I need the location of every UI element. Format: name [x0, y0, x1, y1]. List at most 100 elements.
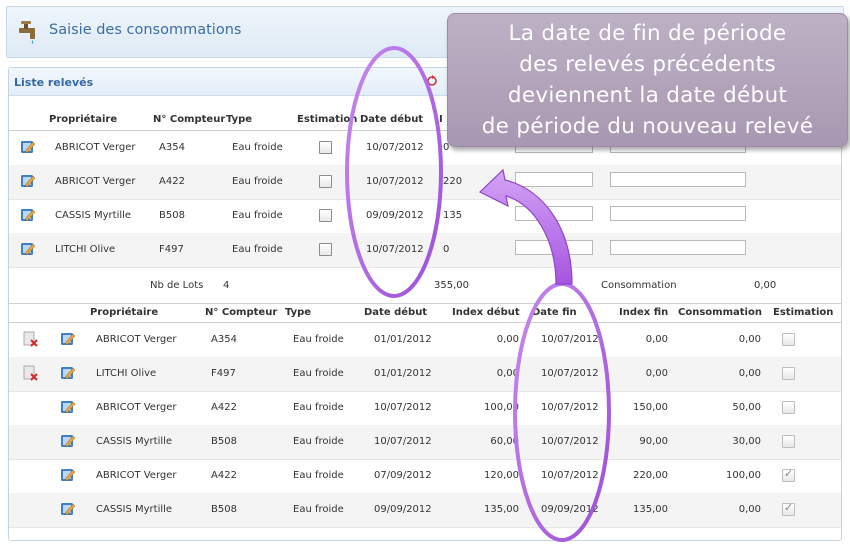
- history-col-index-start: Index début: [452, 307, 520, 318]
- panel-title: Liste relevés: [14, 76, 94, 89]
- history-col-end-date: Date fin: [532, 307, 577, 318]
- index-end-input[interactable]: [515, 206, 593, 221]
- table-row: LITCHI Olive F497 Eau froide 10/07/2012 …: [9, 233, 841, 268]
- cell-start-date: 10/07/2012: [374, 436, 432, 447]
- comment-input[interactable]: [610, 206, 746, 221]
- cell-owner: ABRICOT Verger: [96, 402, 177, 413]
- comment-input[interactable]: [610, 240, 746, 255]
- delete-icon[interactable]: [22, 365, 38, 381]
- cell-end-date: 10/07/2012: [541, 334, 599, 345]
- delete-icon[interactable]: [22, 331, 38, 347]
- lots-label: Nb de Lots: [150, 280, 204, 291]
- cell-owner: CASSIS Myrtille: [55, 210, 132, 221]
- cell-index-start: 0,00: [496, 334, 519, 345]
- col-header-index-start: I: [439, 114, 443, 125]
- cell-index-start: 220: [443, 176, 463, 187]
- cell-end-date: 10/07/2012: [541, 436, 599, 447]
- tap-icon: [19, 21, 35, 44]
- cell-meter: B508: [211, 504, 237, 515]
- cell-meter: B508: [211, 436, 237, 447]
- edit-icon[interactable]: [60, 399, 76, 415]
- cell-meter: F497: [211, 368, 236, 379]
- refresh-icon[interactable]: [426, 75, 438, 87]
- cell-index-end: 135,00: [633, 504, 668, 515]
- cell-meter: A354: [211, 334, 237, 345]
- cell-meter: A422: [211, 402, 237, 413]
- cell-index-end: 0,00: [645, 368, 668, 379]
- cell-start-date: 10/07/2012: [366, 176, 424, 187]
- cell-consumption: 100,00: [726, 470, 761, 481]
- col-header-start-date: Date début: [360, 114, 424, 125]
- history-row: ABRICOT Verger A422 Eau froide 10/07/201…: [9, 391, 841, 426]
- cell-meter: F497: [159, 244, 184, 255]
- cell-type: Eau froide: [293, 436, 344, 447]
- history-col-owner: Propriétaire: [90, 307, 159, 318]
- edit-icon[interactable]: [20, 139, 36, 155]
- edit-icon[interactable]: [60, 467, 76, 483]
- history-col-start-date: Date début: [364, 307, 428, 318]
- cell-index-start: 60,00: [490, 436, 519, 447]
- cell-start-date: 09/09/2012: [374, 504, 432, 515]
- cell-owner: ABRICOT Verger: [96, 334, 177, 345]
- cell-owner: LITCHI Olive: [55, 244, 116, 255]
- estimation-checkbox[interactable]: [319, 209, 332, 222]
- index-end-input[interactable]: [515, 240, 593, 255]
- cell-start-date: 07/09/2012: [374, 470, 432, 481]
- cell-meter: A354: [159, 142, 185, 153]
- cell-type: Eau froide: [293, 368, 344, 379]
- cell-type: Eau froide: [232, 176, 283, 187]
- history-col-estimation: Estimation: [773, 307, 834, 318]
- index-end-input[interactable]: [515, 172, 593, 187]
- history-row: ABRICOT Verger A354 Eau froide 01/01/201…: [9, 323, 841, 358]
- estimation-checkbox[interactable]: [319, 243, 332, 256]
- edit-icon[interactable]: [60, 501, 76, 517]
- cell-owner: ABRICOT Verger: [96, 470, 177, 481]
- cell-index-start: 135,00: [484, 504, 519, 515]
- table-row: ABRICOT Verger A422 Eau froide 10/07/201…: [9, 165, 841, 200]
- cell-start-date: 01/01/2012: [374, 334, 432, 345]
- history-row: ABRICOT Verger A422 Eau froide 07/09/201…: [9, 459, 841, 494]
- history-row: CASSIS Myrtille B508 Eau froide 10/07/20…: [9, 425, 841, 460]
- history-row: CASSIS Myrtille B508 Eau froide 09/09/20…: [9, 493, 841, 528]
- cell-index-end: 150,00: [633, 402, 668, 413]
- cell-meter: A422: [159, 176, 185, 187]
- cell-consumption: 0,00: [738, 334, 761, 345]
- estimation-checkbox: [782, 501, 795, 516]
- cell-owner: CASSIS Myrtille: [96, 504, 173, 515]
- edit-icon[interactable]: [20, 173, 36, 189]
- edit-icon[interactable]: [60, 433, 76, 449]
- cell-index-start: 120,00: [484, 470, 519, 481]
- col-header-type: Type: [226, 114, 253, 125]
- cell-consumption: 0,00: [738, 368, 761, 379]
- cell-type: Eau froide: [293, 470, 344, 481]
- cell-end-date: 10/07/2012: [541, 470, 599, 481]
- cell-type: Eau froide: [293, 334, 344, 345]
- cell-meter: A422: [211, 470, 237, 481]
- edit-icon[interactable]: [60, 331, 76, 347]
- edit-icon[interactable]: [60, 365, 76, 381]
- cell-end-date: 09/09/2012: [541, 504, 599, 515]
- cell-consumption: 50,00: [732, 402, 761, 413]
- cell-start-date: 10/07/2012: [366, 244, 424, 255]
- edit-icon[interactable]: [20, 241, 36, 257]
- estimation-checkbox[interactable]: [319, 175, 332, 188]
- edit-icon[interactable]: [20, 207, 36, 223]
- estimation-checkbox[interactable]: [319, 141, 332, 154]
- history-col-meter: N° Compteur: [205, 307, 278, 318]
- cell-end-date: 10/07/2012: [541, 402, 599, 413]
- cell-start-date: 01/01/2012: [374, 368, 432, 379]
- cell-type: Eau froide: [232, 210, 283, 221]
- totals-row: Nb de Lots 4 355,00 Consommation 0,00: [9, 269, 841, 304]
- comment-input[interactable]: [610, 172, 746, 187]
- cell-index-start: 100,00: [484, 402, 519, 413]
- estimation-checkbox: [782, 401, 795, 414]
- history-row: LITCHI Olive F497 Eau froide 01/01/2012 …: [9, 357, 841, 392]
- cell-consumption: 30,00: [732, 436, 761, 447]
- cell-type: Eau froide: [232, 142, 283, 153]
- estimation-checkbox: [782, 467, 795, 482]
- cell-index-end: 0,00: [645, 334, 668, 345]
- cell-owner: LITCHI Olive: [96, 368, 157, 379]
- index-total: 355,00: [434, 280, 469, 291]
- cell-start-date: 10/07/2012: [366, 142, 424, 153]
- col-header-owner: Propriétaire: [49, 114, 118, 125]
